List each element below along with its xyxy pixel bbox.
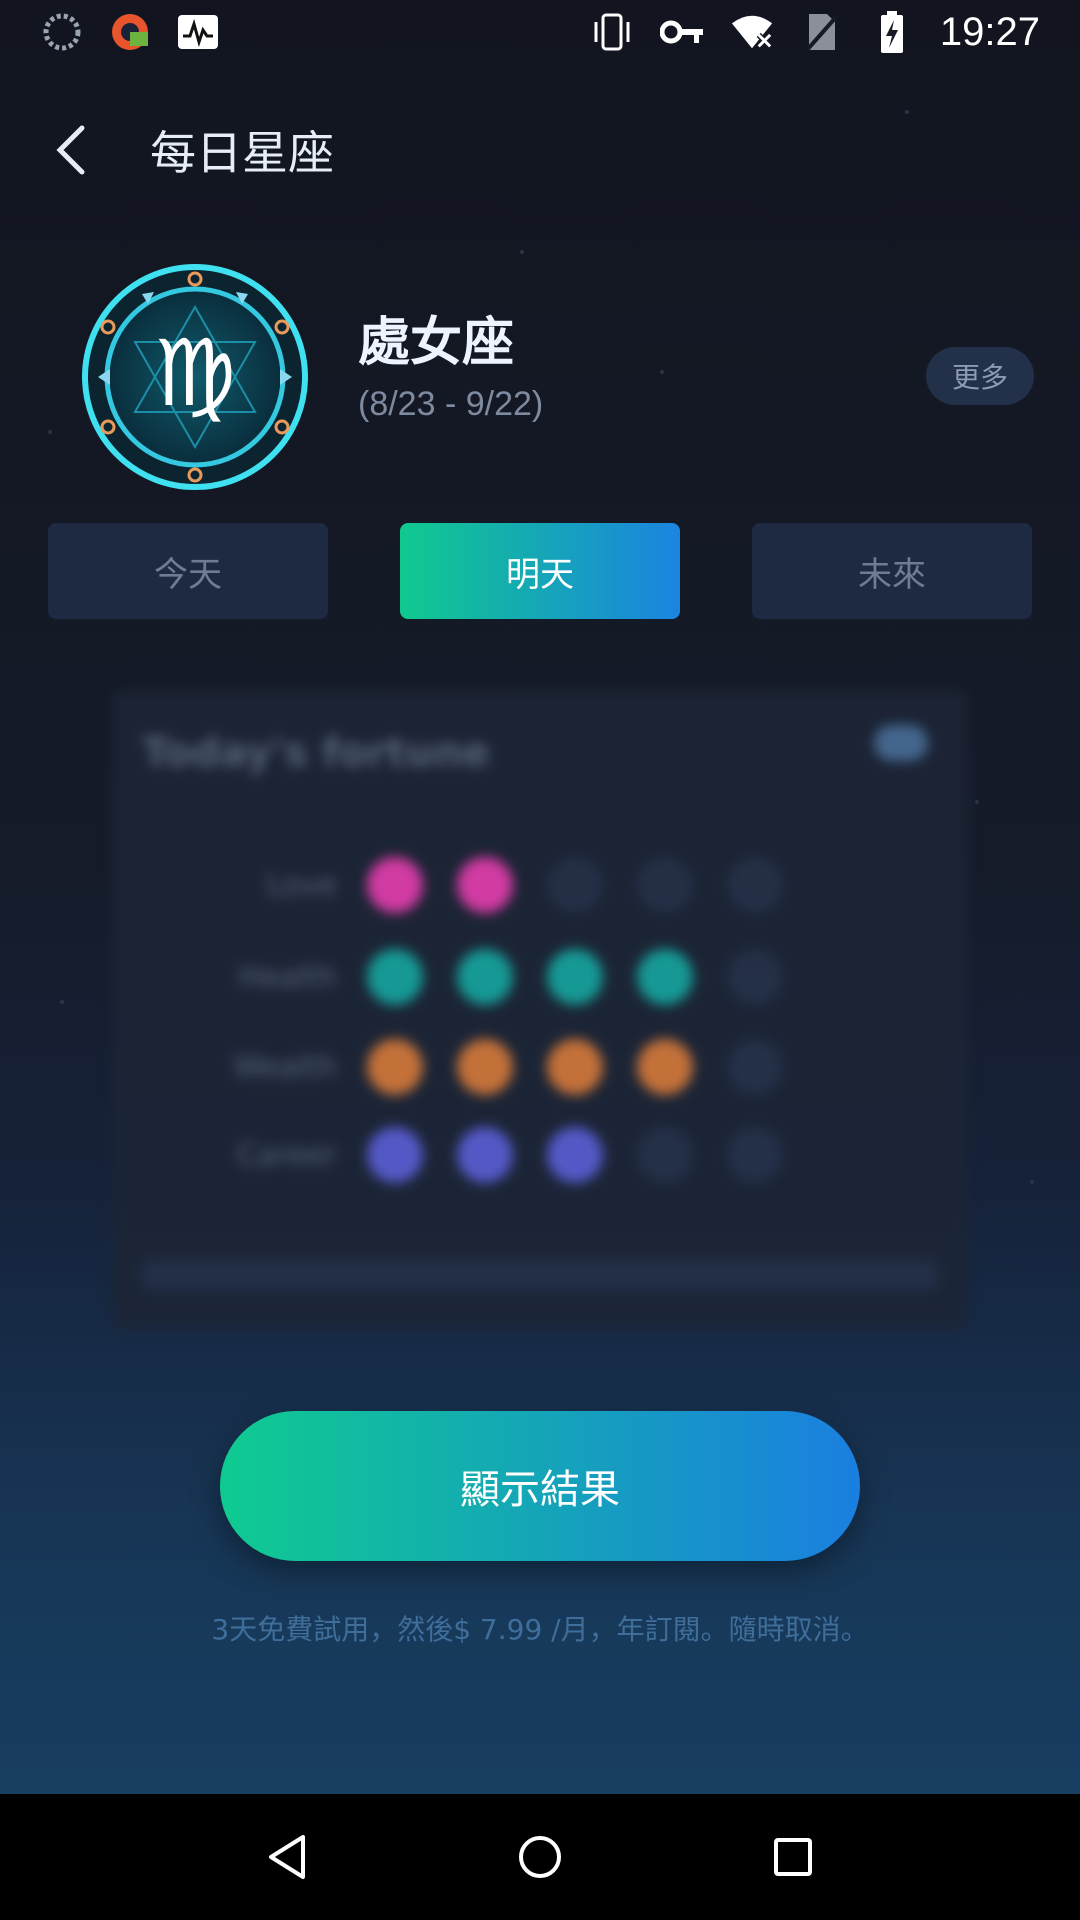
triangle-back-icon — [268, 1835, 305, 1879]
tab-future[interactable]: 未來 — [752, 523, 1032, 619]
nav-recents-button[interactable] — [758, 1822, 828, 1892]
rating-dot-empty — [637, 857, 693, 913]
tab-tomorrow[interactable]: 明天 — [400, 523, 680, 619]
loading-icon — [40, 10, 84, 54]
battery-charging-icon — [870, 10, 914, 54]
show-result-button[interactable]: 顯示結果 — [220, 1411, 860, 1561]
row-label: Wealth — [233, 1049, 337, 1085]
sign-name: 處女座 — [358, 313, 515, 373]
rating-dot-empty — [727, 1039, 783, 1095]
rating-dot-filled — [367, 1039, 423, 1095]
rating-dot-filled — [637, 949, 693, 1005]
rating-dot-filled — [457, 857, 513, 913]
nav-back-button[interactable] — [252, 1822, 322, 1892]
rating-dot-filled — [367, 949, 423, 1005]
clock: 19:27 — [939, 9, 1040, 54]
rating-dot-filled — [457, 949, 513, 1005]
trial-terms-text: 3天免費試用，然後$ 7.99 /月，年訂閱。隨時取消。 — [211, 1613, 869, 1646]
circle-home-icon — [518, 1836, 561, 1878]
vpn-key-icon — [659, 10, 704, 54]
row-label: Health — [238, 959, 337, 995]
rating-dot-empty — [727, 949, 783, 1005]
rating-dots — [367, 949, 783, 1005]
more-button[interactable]: 更多 — [926, 347, 1034, 405]
day-tabs: 今天 明天 未來 — [48, 523, 1032, 619]
rating-dot-filled — [547, 949, 603, 1005]
fortune-row-career: Career — [112, 1120, 968, 1190]
fortune-row-wealth: Wealth — [112, 1032, 968, 1102]
card-description — [142, 1260, 938, 1290]
rating-dots — [367, 857, 783, 913]
status-bar: 19:27 — [0, 0, 1080, 64]
rating-dot-filled — [367, 1127, 423, 1183]
card-title: Today's fortune — [142, 730, 490, 776]
cloud-icon — [874, 725, 928, 761]
vibrate-icon — [590, 10, 634, 54]
rating-dot-filled — [547, 1039, 603, 1095]
no-sim-icon — [800, 10, 844, 54]
rating-dot-filled — [367, 857, 423, 913]
chevron-left-icon — [56, 125, 85, 175]
rating-dot-filled — [637, 1039, 693, 1095]
svg-text:♍: ♍ — [154, 320, 236, 427]
rating-dots — [367, 1039, 783, 1095]
rating-dot-filled — [457, 1127, 513, 1183]
row-label: Love — [266, 867, 337, 903]
tab-today[interactable]: 今天 — [48, 523, 328, 619]
rating-dot-filled — [457, 1039, 513, 1095]
rating-dots — [367, 1127, 783, 1183]
app-header: 每日星座 — [40, 105, 334, 195]
rating-dot-empty — [547, 857, 603, 913]
square-recents-icon — [774, 1838, 813, 1876]
virgo-zodiac-icon: ♍ — [80, 262, 310, 492]
nav-home-button[interactable] — [505, 1822, 575, 1892]
rating-dot-empty — [637, 1127, 693, 1183]
fortune-row-love: Love — [112, 850, 968, 920]
app-notification-icon — [108, 10, 152, 54]
rating-dot-empty — [727, 857, 783, 913]
row-label: Career — [236, 1137, 337, 1173]
fortune-preview-card: Today's fortune Love Health Wealth Caree… — [112, 690, 968, 1330]
rating-dot-empty — [727, 1127, 783, 1183]
wifi-off-icon — [730, 10, 774, 54]
back-button[interactable] — [40, 120, 100, 180]
sign-dates: (8/23 - 9/22) — [358, 385, 544, 423]
rating-dot-filled — [547, 1127, 603, 1183]
activity-icon — [176, 10, 220, 54]
system-nav-bar — [0, 1794, 1080, 1920]
page-title: 每日星座 — [150, 126, 334, 180]
fortune-row-health: Health — [112, 942, 968, 1012]
